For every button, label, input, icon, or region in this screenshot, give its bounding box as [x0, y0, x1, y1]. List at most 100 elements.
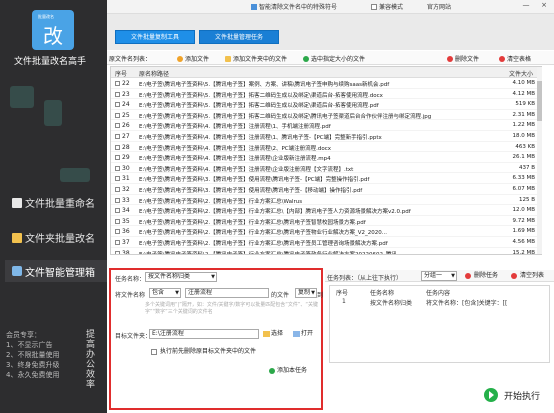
table-row[interactable]: 37 E:\电子签\腾讯电子签资料\2.【腾讯电子签】行业方案汇总\腾讯电子签员工…	[111, 237, 541, 248]
select-icon	[303, 55, 309, 62]
row-size: 6.07 MB	[512, 185, 535, 192]
group-select[interactable]: 分组一 ▼	[421, 271, 457, 281]
blurred-region	[44, 100, 62, 126]
row-path: E:\电子签\腾讯电子签资料\4.【腾讯电子签】注册流程\1、手机端注册流程.p…	[139, 124, 331, 131]
copy-tool-button[interactable]: 文件批量复制工具	[115, 30, 195, 44]
checkbox-icon[interactable]	[115, 250, 120, 254]
checkbox-icon[interactable]	[115, 229, 120, 235]
keyword-input[interactable]: 注册流程	[185, 288, 269, 298]
table-row[interactable]: 35 E:\电子签\腾讯电子签资料\2.【腾讯电子签】行业方案汇总\腾讯电子签智慧…	[111, 216, 541, 227]
choose-label: 选择	[271, 330, 284, 337]
clear-list-button[interactable]: 清空列表	[511, 271, 544, 281]
task-row-no: 1	[342, 298, 346, 305]
checkbox-icon[interactable]	[115, 165, 120, 171]
row-size: 9.72 MB	[512, 217, 535, 224]
compat-mode-toggle[interactable]: 兼容模式	[371, 2, 403, 11]
add-file-icon	[177, 55, 183, 62]
table-row[interactable]: 38 E:\电子签\腾讯电子签资料\2.【腾讯电子签】行业方案汇总\腾讯电子签政务…	[111, 248, 541, 255]
table-row[interactable]: 23 E:\电子签\腾讯电子签资料\5.【腾讯电子签】拓客二维码生成以及绑定\渠道…	[111, 89, 541, 100]
clear-table-button[interactable]: 清空表格	[499, 54, 531, 63]
row-path: E:\电子签\腾讯电子签资料\4.【腾讯电子签】注册流程\企业版新注册流程.mp…	[139, 156, 331, 163]
row-no: 22	[122, 80, 130, 87]
checkbox-icon[interactable]	[115, 218, 120, 224]
tool-icon	[251, 3, 257, 10]
task-name-select[interactable]: 按文件名称归类 ▼	[145, 272, 217, 282]
col-path: 原名称路径	[139, 71, 170, 78]
add-task-button[interactable]: 添加本任务	[269, 366, 307, 376]
checkbox-icon[interactable]	[115, 91, 120, 97]
row-no: 27	[122, 132, 130, 140]
delete-before-run-checkbox[interactable]: 执行前先删除原目标文件夹中的文件	[151, 347, 256, 357]
table-row[interactable]: 33 E:\电子签\腾讯电子签资料\2.【腾讯电子签】行业方案汇总\Walrus 1…	[111, 195, 541, 206]
checkbox-icon[interactable]	[115, 208, 120, 214]
to-label: 到	[317, 292, 324, 299]
table-row[interactable]: 29 E:\电子签\腾讯电子签资料\4.【腾讯电子签】注册流程\企业版新注册流程.…	[111, 152, 541, 163]
checkbox-icon[interactable]	[115, 197, 120, 203]
start-execute-button[interactable]: 开始执行	[470, 384, 552, 406]
add-files-button[interactable]: 添加文件	[177, 54, 209, 63]
add-folder-files-button[interactable]: 添加文件夹中的文件	[225, 54, 287, 63]
table-row[interactable]: 24 E:\电子签\腾讯电子签资料\5.【腾讯电子签】拓客二维码生成以及绑定\渠道…	[111, 99, 541, 110]
match-mode-select[interactable]: 包含 ▼	[149, 288, 181, 298]
table-row[interactable]: 22 E:\电子签\腾讯电子签资料\5.【腾讯电子签】案例、方案、讲稿\腾讯电子签…	[111, 78, 541, 89]
table-scrollbar[interactable]	[537, 67, 542, 254]
open-folder-button[interactable]: 打开	[293, 329, 313, 339]
special-chars-tool[interactable]: 智能清除文件名中的特殊符号	[251, 2, 337, 11]
checkbox-icon[interactable]	[115, 186, 120, 192]
checkbox-icon[interactable]	[115, 123, 120, 129]
target-folder-input[interactable]: E:\注册流程	[149, 329, 259, 339]
checkbox-icon[interactable]	[115, 176, 120, 182]
nav-item-batch-rename[interactable]: 文件批量重命名	[12, 195, 95, 210]
blurred-region	[10, 86, 34, 108]
table-row[interactable]: 27 E:\电子签\腾讯电子签资料\4.【腾讯电子签】注册流程\1、腾讯电子签-【…	[111, 131, 541, 142]
table-row[interactable]: 36 E:\电子签\腾讯电子签资料\2.【腾讯电子签】行业方案汇总\腾讯电子签物业…	[111, 226, 541, 237]
table-row[interactable]: 30 E:\电子签\腾讯电子签资料\4.【腾讯电子签】注册流程\企业版注册流程【文…	[111, 163, 541, 174]
clear-icon	[499, 55, 505, 62]
row-path: E:\电子签\腾讯电子签资料\5.【腾讯电子签】拓客二维码生成以及绑定\腾讯电子…	[139, 113, 432, 120]
table-row[interactable]: 32 E:\电子签\腾讯电子签资料\3.【腾讯电子签】使用流程\腾讯电子签-【移动…	[111, 184, 541, 195]
choose-folder-button[interactable]: 选择	[263, 329, 283, 339]
task-row-name: 按文件名称归类	[370, 300, 413, 307]
close-button[interactable]: ×	[539, 1, 549, 11]
row-index: 32	[115, 186, 130, 193]
checkbox-icon[interactable]	[115, 155, 120, 161]
table-row[interactable]: 25 E:\电子签\腾讯电子签资料\5.【腾讯电子签】拓客二维码生成以及绑定\腾讯…	[111, 110, 541, 121]
task-editor-panel: 任务名称： 按文件名称归类 ▼ 将文件名称 包含 ▼ 注册流程 的文件 复制 ▼…	[109, 268, 323, 410]
row-size: 15.2 MB	[512, 249, 535, 255]
checkbox-icon[interactable]	[115, 102, 120, 108]
row-no: 26	[122, 122, 130, 130]
table-row[interactable]: 31 E:\电子签\腾讯电子签资料\3.【腾讯电子签】使用流程\腾讯电子签-【PC…	[111, 173, 541, 184]
row-index: 31	[115, 175, 130, 182]
delete-file-button[interactable]: 删除文件	[447, 54, 479, 63]
mode-bar: 文件批量复制工具 文件批量管理任务	[107, 14, 554, 50]
row-path: E:\电子签\腾讯电子签资料\2.【腾讯电子签】行业方案汇总\腾讯电子签物业行业…	[139, 230, 387, 237]
minimize-button[interactable]: —	[521, 1, 531, 11]
folder-icon	[12, 232, 22, 243]
checkbox-icon[interactable]	[115, 133, 120, 139]
table-row[interactable]: 26 E:\电子签\腾讯电子签资料\4.【腾讯电子签】注册流程\1、手机端注册流程…	[111, 120, 541, 131]
nav-item-smart-manager[interactable]: 文件智能管理箱	[5, 260, 107, 282]
manage-task-button[interactable]: 文件批量管理任务	[199, 30, 279, 44]
select-by-size-button[interactable]: 选中指定大小的文件	[303, 54, 365, 63]
col-no: 序号	[115, 71, 128, 78]
row-path: E:\电子签\腾讯电子签资料\4.【腾讯电子签】注册流程\1、腾讯电子签-【PC…	[139, 134, 382, 141]
checkbox-icon[interactable]	[115, 112, 120, 118]
row-size: 519 KB	[515, 101, 535, 108]
file-suffix-label: 的文件	[271, 292, 290, 299]
row-path: E:\电子签\腾讯电子签资料\4.【腾讯电子签】注册流程\企业版注册流程【文字流…	[139, 166, 354, 173]
top-bar: 智能清除文件名中的特殊符号 兼容模式 官方网站 — ×	[107, 0, 554, 14]
checkbox-icon[interactable]	[115, 239, 120, 245]
scroll-thumb[interactable]	[537, 81, 542, 121]
delete-task-button[interactable]: 删除任务	[465, 271, 498, 281]
checkbox-icon[interactable]	[115, 144, 120, 150]
chevron-down-icon: ▼	[211, 274, 215, 280]
official-site-link[interactable]: 官方网站	[427, 2, 451, 11]
match-mode-value: 包含	[152, 289, 165, 296]
nav-item-folder-rename[interactable]: 文件夹批量改名	[12, 230, 95, 245]
toolbox-icon	[12, 266, 22, 276]
table-row[interactable]: 34 E:\电子签\腾讯电子签资料\2.【腾讯电子签】行业方案汇总\【内部】腾讯电…	[111, 205, 541, 216]
checkbox-icon[interactable]	[115, 81, 120, 86]
table-row[interactable]: 28 E:\电子签\腾讯电子签资料\4.【腾讯电子签】注册流程\2、PC端注册流程…	[111, 142, 541, 153]
row-path: E:\电子签\腾讯电子签资料\2.【腾讯电子签】行业方案汇总\腾讯电子签政务行业…	[139, 251, 402, 255]
action-select[interactable]: 复制 ▼	[295, 288, 317, 298]
